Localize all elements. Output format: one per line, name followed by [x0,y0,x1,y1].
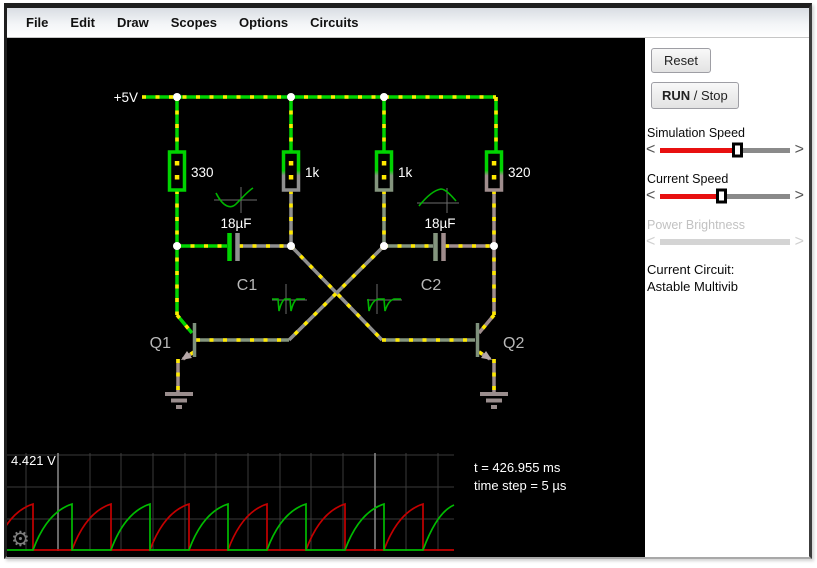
slider-track [660,239,790,245]
gear-icon[interactable]: ⚙ [11,528,30,551]
menu-file[interactable]: File [15,15,59,30]
scope-preview-c1 [214,187,257,213]
scope-preview-c2 [417,188,459,213]
capacitor-c1-value: 18µF [220,216,251,231]
scope-preview-base1 [272,284,307,314]
circuit-svg: +5V 330 1k 1k 320 18µF 18µF C1 C2 Q1 Q2 [0,90,567,551]
simulation-time: t = 426.955 ms time step = 5 µs [474,460,567,493]
app-window: File Edit Draw Scopes Options Circuits +… [0,3,812,559]
current-speed-slider[interactable]: < > [646,188,804,204]
power-brightness-label: Power Brightness [647,218,745,232]
slider-decrease-arrow[interactable]: < [646,142,655,158]
capacitor-c1-name: C1 [237,277,258,294]
scope-grid [7,453,454,551]
menu-circuits[interactable]: Circuits [299,15,369,30]
slider-fill [660,193,723,199]
resistor-current-dots [174,161,497,180]
menu-scopes[interactable]: Scopes [160,15,228,30]
slider-increase-arrow[interactable]: > [795,142,804,158]
resistors[interactable] [167,150,504,192]
current-speed-label: Current Speed [647,172,729,186]
timestep-readout: time step = 5 µs [474,478,567,493]
slider-thumb[interactable] [731,142,743,158]
ground-q1[interactable] [165,392,193,409]
slider-track[interactable] [660,142,790,158]
transistor-q1-name: Q1 [150,335,171,352]
simulation-speed-label: Simulation Speed [647,126,745,140]
menu-draw[interactable]: Draw [106,15,160,30]
current-circuit-name: Astable Multivib [647,279,739,294]
resistor-330[interactable] [167,150,187,192]
slider-decrease-arrow: < [646,233,656,250]
stop-label: / Stop [690,88,728,103]
control-panel: Reset RUN / Stop Simulation Speed < > Cu… [645,38,809,557]
scope-voltage-readout: 4.421 V [11,453,56,468]
slider-fill [660,147,738,153]
resistor-330-label: 330 [191,165,214,180]
resistor-1k-right-label: 1k [398,165,413,180]
run-label: RUN [662,88,691,103]
wire-base[interactable] [196,190,475,342]
supply-label: +5V [114,90,138,105]
circuit-canvas[interactable]: +5V 330 1k 1k 320 18µF 18µF C1 C2 Q1 Q2 [0,38,645,557]
resistor-320[interactable] [484,150,504,192]
slider-track[interactable] [660,188,790,204]
menu-options[interactable]: Options [228,15,299,30]
oscilloscope[interactable]: 4.421 V ⚙ [0,453,455,551]
scope-trace-red [0,502,454,551]
transistor-q2-name: Q2 [503,335,524,352]
resistor-320-label: 320 [508,165,531,180]
slider-decrease-arrow[interactable]: < [646,188,655,204]
run-stop-button[interactable]: RUN / Stop [651,82,739,109]
scope-preview-base2 [367,284,402,314]
current-circuit-title: Current Circuit: [647,262,735,277]
power-brightness-slider: < > [646,234,804,250]
menu-bar: File Edit Draw Scopes Options Circuits [7,8,809,38]
capacitor-c2-value: 18µF [424,216,455,231]
time-readout: t = 426.955 ms [474,460,561,475]
resistor-1k-left-label: 1k [305,165,320,180]
menu-edit[interactable]: Edit [59,15,106,30]
reset-button[interactable]: Reset [651,48,711,73]
slider-thumb[interactable] [716,188,728,204]
resistor-1k-right[interactable] [374,150,394,192]
slider-increase-arrow: > [794,233,804,250]
resistor-1k-left[interactable] [281,150,301,192]
ground-q2[interactable] [480,392,508,409]
wire-positive[interactable] [142,95,498,335]
slider-increase-arrow[interactable]: > [795,188,804,204]
simulation-speed-slider[interactable]: < > [646,142,804,158]
capacitor-c2-name: C2 [421,277,442,294]
